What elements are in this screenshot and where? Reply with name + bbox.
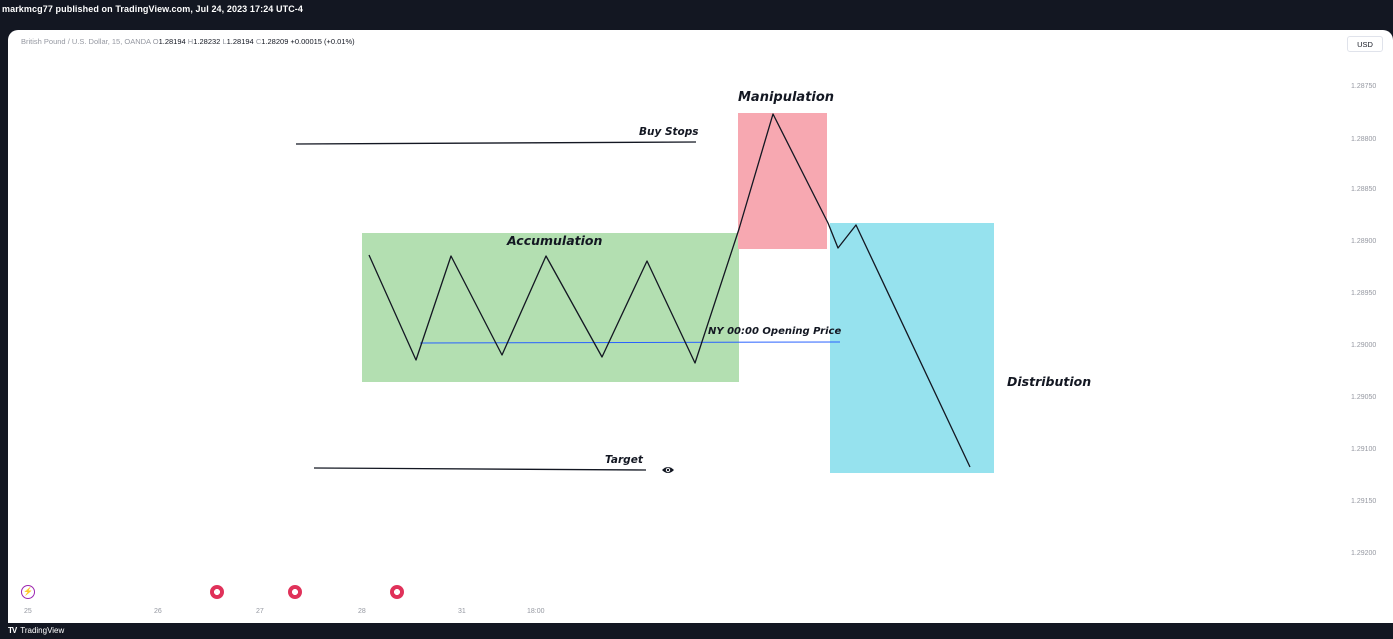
target-line[interactable] <box>313 467 647 471</box>
publish-info: markmcg77 published on TradingView.com, … <box>2 4 304 14</box>
chart-panel[interactable]: British Pound / U.S. Dollar, 15, OANDA O… <box>8 30 1393 623</box>
tradingview-logo[interactable]: TV TradingView <box>8 626 64 635</box>
time-tick: 27 <box>256 608 264 615</box>
price-tick: 1.28850 <box>1351 186 1377 193</box>
buy-stops-label[interactable]: Buy Stops <box>639 126 699 138</box>
accumulation-label[interactable]: Accumulation <box>507 233 602 248</box>
opening-price-label[interactable]: NY 00:00 Opening Price <box>708 326 841 337</box>
price-tick: 1.29200 <box>1351 550 1377 557</box>
price-tick: 1.29000 <box>1351 342 1377 349</box>
buy-stops-line[interactable] <box>295 141 697 145</box>
price-tick: 1.29150 <box>1351 498 1377 505</box>
footer-bar: TV TradingView <box>0 623 1393 639</box>
time-tick: 28 <box>358 608 366 615</box>
us-flag-icon[interactable] <box>210 585 224 599</box>
drawing-canvas[interactable] <box>8 30 1393 623</box>
price-tick: 1.29100 <box>1351 446 1377 453</box>
price-tick: 1.28900 <box>1351 238 1377 245</box>
us-flag-icon[interactable] <box>288 585 302 599</box>
brand-name: TradingView <box>20 626 65 635</box>
time-tick: 25 <box>24 608 32 615</box>
distribution-zone[interactable] <box>830 223 994 473</box>
chart-window: markmcg77 published on TradingView.com, … <box>0 0 1393 639</box>
price-tick: 1.28750 <box>1351 83 1377 90</box>
publish-bar: markmcg77 published on TradingView.com, … <box>0 0 1393 30</box>
eye-icon[interactable] <box>661 465 675 475</box>
time-tick: 18:00 <box>527 608 545 615</box>
lightning-bolt-icon[interactable]: ⚡ <box>21 585 35 599</box>
tv-logo-mark: TV <box>8 626 17 635</box>
target-label[interactable]: Target <box>605 454 643 466</box>
manipulation-label[interactable]: Manipulation <box>738 90 834 105</box>
distribution-label[interactable]: Distribution <box>1007 374 1091 389</box>
us-flag-icon[interactable] <box>390 585 404 599</box>
time-tick: 31 <box>458 608 466 615</box>
price-tick: 1.28950 <box>1351 290 1377 297</box>
price-tick: 1.29050 <box>1351 394 1377 401</box>
time-tick: 26 <box>154 608 162 615</box>
price-tick: 1.28800 <box>1351 136 1377 143</box>
accumulation-zone[interactable] <box>362 233 739 382</box>
